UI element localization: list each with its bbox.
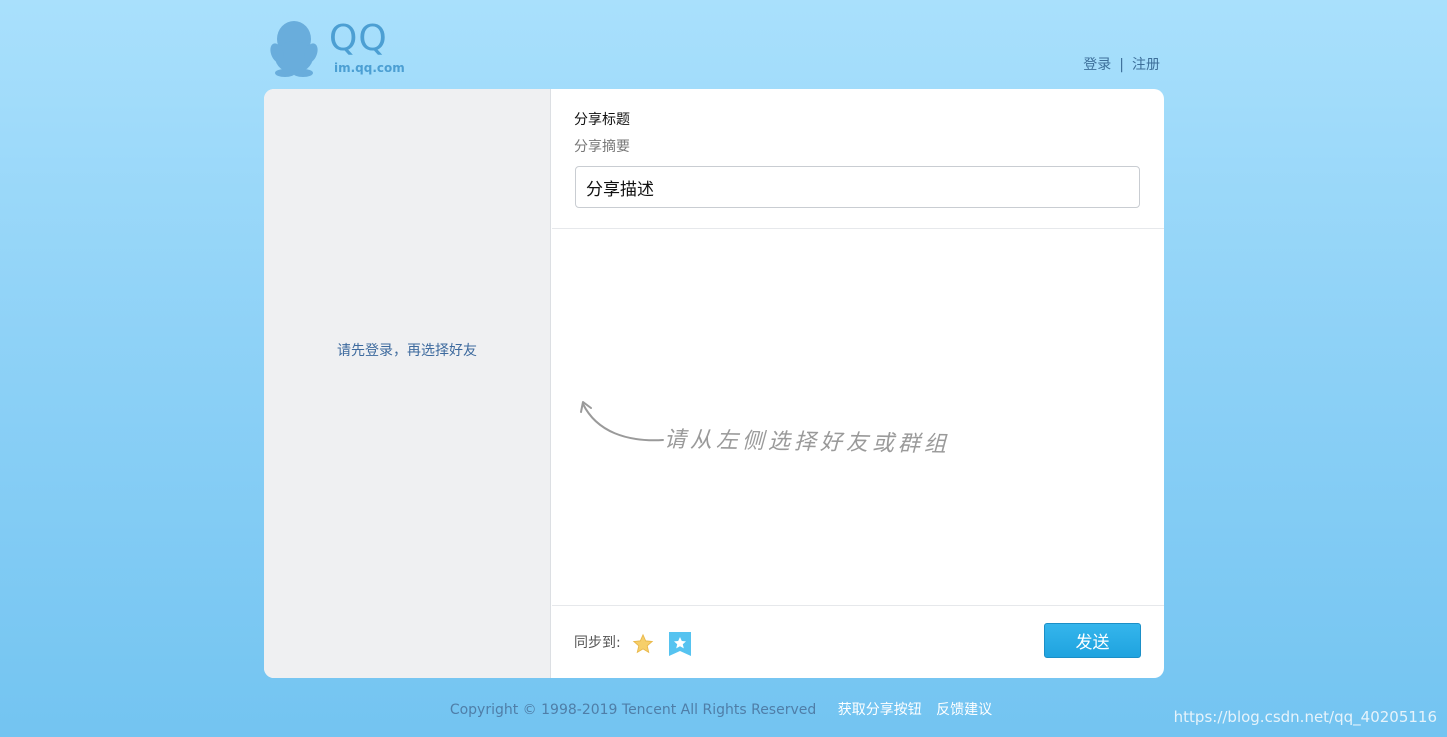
- select-friend-hint: 请从左侧选择好友或群组: [663, 427, 951, 458]
- share-body: 请从左侧选择好友或群组: [552, 229, 1164, 605]
- share-card: 请先登录，再选择好友 分享标题 分享摘要 请从左侧选择好友或群组 同步到: 发送: [264, 89, 1164, 678]
- sync-label: 同步到:: [574, 635, 621, 651]
- qq-logo[interactable]: QQ im.qq.com: [268, 19, 418, 79]
- star-icon[interactable]: [632, 633, 654, 655]
- login-first-hint: 请先登录，再选择好友: [337, 343, 477, 359]
- share-title: 分享标题: [574, 112, 630, 128]
- register-link[interactable]: 注册: [1132, 57, 1160, 73]
- logo-text: QQ: [329, 18, 388, 59]
- qzone-badge-icon[interactable]: [668, 631, 692, 657]
- logo-domain: im.qq.com: [334, 61, 405, 75]
- login-link[interactable]: 登录: [1083, 57, 1111, 73]
- friend-list-pane: 请先登录，再选择好友: [264, 89, 551, 678]
- share-description-input[interactable]: [575, 166, 1140, 208]
- get-share-button-link[interactable]: 获取分享按钮: [838, 702, 922, 718]
- share-header: 分享标题 分享摘要: [552, 89, 1164, 229]
- auth-links: 登录 | 注册: [1083, 54, 1160, 74]
- share-pane: 分享标题 分享摘要 请从左侧选择好友或群组 同步到: 发送: [552, 89, 1164, 678]
- penguin-icon: [270, 21, 318, 77]
- share-summary: 分享摘要: [574, 139, 630, 155]
- feedback-link[interactable]: 反馈建议: [936, 702, 992, 718]
- curved-arrow-icon: [580, 401, 664, 442]
- watermark-text: https://blog.csdn.net/qq_40205116: [1173, 708, 1437, 726]
- auth-separator: |: [1119, 57, 1124, 73]
- copyright-text: Copyright © 1998-2019 Tencent All Rights…: [449, 702, 817, 718]
- share-footer: 同步到: 发送: [552, 605, 1164, 678]
- send-button[interactable]: 发送: [1044, 623, 1141, 658]
